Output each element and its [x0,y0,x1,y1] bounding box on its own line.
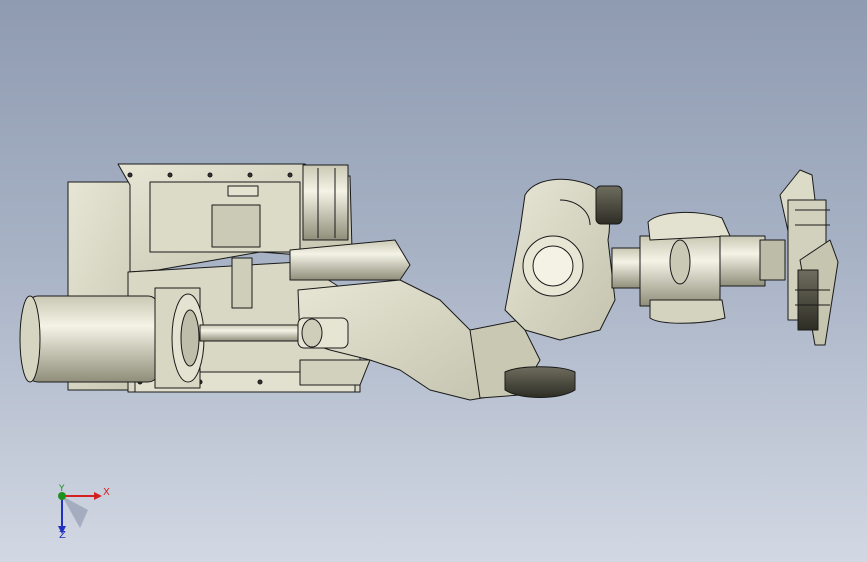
forearm-wrist [639,211,786,324]
y-axis-label: Y [59,484,65,494]
cad-graphics-viewport[interactable]: X Y Z [0,0,867,562]
robot-arm-model[interactable] [0,0,867,562]
x-axis-label: X [103,487,110,498]
elbow-joint [504,178,643,341]
z-axis-label: Z [59,530,66,541]
end-effector [779,169,839,346]
